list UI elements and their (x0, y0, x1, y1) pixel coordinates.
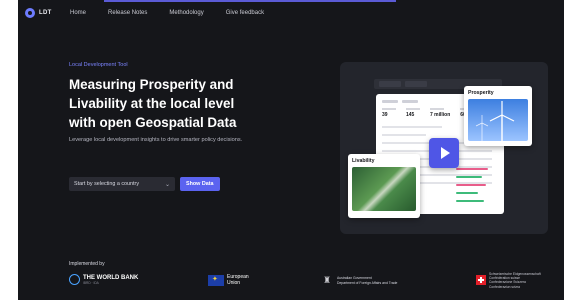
country-controls: Start by selecting a country ⌄ Show Data (69, 177, 220, 191)
australia-wordmark: Australian Government Department of Fore… (337, 276, 397, 284)
nav-link-home[interactable]: Home (70, 10, 86, 16)
hero-headline: Measuring Prosperity and Livability at t… (69, 77, 237, 130)
swiss-logo: Schweizerische Eidgenossenschaft Confédé… (476, 272, 541, 289)
partner-logos: THE WORLD BANK IBRD · IDA European Union… (18, 270, 564, 292)
livability-title: Livability (352, 158, 375, 164)
australia-logo: ♜ Australian Government Department of Fo… (320, 275, 397, 286)
hero-subtext: Leverage local development insights to d… (69, 137, 243, 143)
show-data-button[interactable]: Show Data (180, 177, 220, 191)
globe-icon (69, 274, 80, 285)
swiss-line: Confederaziun svizra (489, 284, 520, 289)
preview-dashboard-tab (402, 100, 418, 103)
wind-turbine-image (468, 99, 528, 141)
preview-tab (405, 81, 427, 87)
aerial-road-image (352, 167, 416, 211)
preview-bar (456, 192, 478, 194)
logo-icon (25, 8, 35, 18)
chevron-down-icon: ⌄ (164, 181, 170, 188)
world-bank-name: THE WORLD BANK (83, 274, 139, 281)
world-bank-sub: IBRD · IDA (83, 280, 99, 285)
preview-tab (379, 81, 401, 87)
preview-bar (456, 168, 488, 170)
nav-links: Home Release Notes Methodology Give feed… (70, 10, 264, 16)
kpi-value: 7 million (430, 112, 451, 118)
play-video-button[interactable] (429, 138, 459, 168)
kpi-value: 145 (406, 112, 415, 118)
eu-logo: European Union (208, 274, 249, 286)
logo[interactable]: LDT (25, 8, 52, 18)
app-window: LDT Home Release Notes Methodology Give … (18, 0, 564, 300)
preview-dashboard-tab (382, 100, 398, 103)
australia-crest-icon: ♜ (322, 275, 332, 285)
preview-kpi: 39 (382, 108, 396, 118)
prosperity-card: Prosperity (464, 86, 532, 146)
nav-link-release-notes[interactable]: Release Notes (108, 10, 147, 16)
swiss-wordmark: Schweizerische Eidgenossenschaft Confédé… (489, 272, 541, 289)
preview-kpi: 145 (406, 108, 420, 118)
eu-flag-icon (208, 275, 224, 286)
australia-line: Department of Foreign Affairs and Trade (337, 280, 398, 285)
livability-card: Livability (348, 154, 420, 218)
world-bank-logo: THE WORLD BANK IBRD · IDA (69, 274, 138, 285)
prosperity-title: Prosperity (468, 90, 494, 96)
kpi-value: 39 (382, 112, 388, 118)
wind-turbine-icon (475, 101, 515, 141)
dashboard-preview: 39 145 7 million 60. Prosperity (340, 62, 548, 234)
nav-link-give-feedback[interactable]: Give feedback (226, 10, 264, 16)
country-select[interactable]: Start by selecting a country ⌄ (69, 177, 175, 191)
eu-wordmark: European Union (227, 274, 249, 286)
preview-line (382, 134, 426, 136)
logo-text: LDT (39, 10, 52, 16)
hero-eyebrow: Local Development Tool (69, 62, 128, 68)
world-bank-wordmark: THE WORLD BANK IBRD · IDA (83, 275, 138, 285)
eu-line: Union (227, 279, 241, 286)
preview-bar (456, 184, 486, 186)
hero-section: Local Development Tool Measuring Prosper… (69, 62, 259, 144)
kpi-label (382, 108, 396, 110)
kpi-label (430, 108, 444, 110)
top-nav: LDT Home Release Notes Methodology Give … (18, 0, 564, 28)
implemented-by-label: Implemented by (69, 261, 105, 267)
preview-bar (456, 176, 482, 178)
swiss-flag-icon (476, 275, 486, 286)
preview-line (382, 126, 442, 128)
country-select-value: Start by selecting a country (74, 181, 140, 187)
preview-kpi: 7 million (430, 108, 450, 118)
nav-link-methodology[interactable]: Methodology (169, 10, 203, 16)
preview-bar (456, 200, 484, 202)
kpi-label (406, 108, 420, 110)
